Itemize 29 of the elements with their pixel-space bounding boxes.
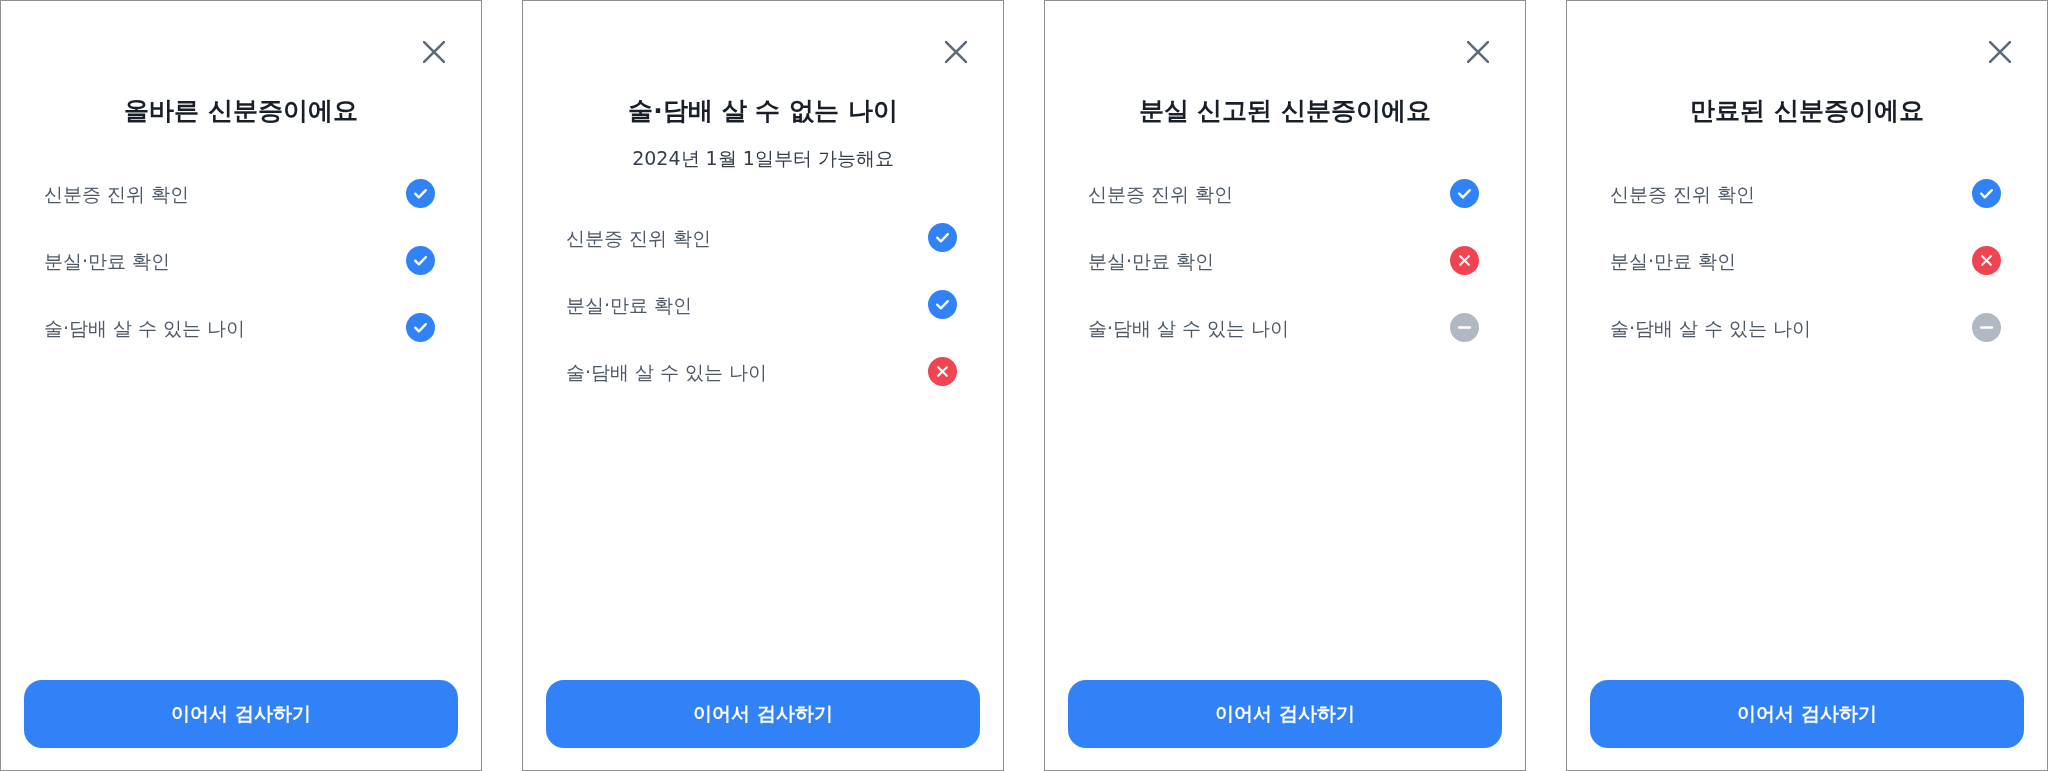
continue-button[interactable]: 이어서 검사하기 bbox=[24, 680, 458, 748]
close-icon bbox=[1989, 41, 2011, 63]
continue-button[interactable]: 이어서 검사하기 bbox=[1590, 680, 2024, 748]
close-icon bbox=[423, 41, 445, 63]
close-icon bbox=[1467, 41, 1489, 63]
close-button[interactable] bbox=[423, 41, 445, 63]
check-label: 술·담배 살 수 있는 나이 bbox=[1610, 315, 1812, 341]
check-label: 신분증 진위 확인 bbox=[44, 181, 190, 207]
continue-button[interactable]: 이어서 검사하기 bbox=[546, 680, 980, 748]
dialog-title: 올바른 신분증이에요 bbox=[123, 95, 359, 127]
check-label: 신분증 진위 확인 bbox=[1610, 181, 1756, 207]
check-label: 술·담배 살 수 있는 나이 bbox=[44, 315, 246, 341]
check-label: 분실·만료 확인 bbox=[1088, 248, 1215, 274]
dialog-title: 분실 신고된 신분증이에요 bbox=[1137, 95, 1433, 127]
dialog-title: 만료된 신분증이에요 bbox=[1689, 95, 1925, 127]
dialog-title: 술·담배 살 수 없는 나이 bbox=[627, 95, 899, 127]
check-label: 분실·만료 확인 bbox=[44, 248, 171, 274]
check-label: 분실·만료 확인 bbox=[566, 292, 693, 318]
dialog-subtitle: 2024년 1월 1일부터 가능해요 bbox=[631, 146, 895, 171]
close-button[interactable] bbox=[1989, 41, 2011, 63]
close-icon bbox=[945, 41, 967, 63]
check-label: 술·담배 살 수 있는 나이 bbox=[566, 359, 768, 385]
continue-button[interactable]: 이어서 검사하기 bbox=[1068, 680, 1502, 748]
check-label: 신분증 진위 확인 bbox=[1088, 181, 1234, 207]
close-button[interactable] bbox=[945, 41, 967, 63]
close-button[interactable] bbox=[1467, 41, 1489, 63]
check-label: 신분증 진위 확인 bbox=[566, 225, 712, 251]
check-label: 술·담배 살 수 있는 나이 bbox=[1088, 315, 1290, 341]
check-label: 분실·만료 확인 bbox=[1610, 248, 1737, 274]
